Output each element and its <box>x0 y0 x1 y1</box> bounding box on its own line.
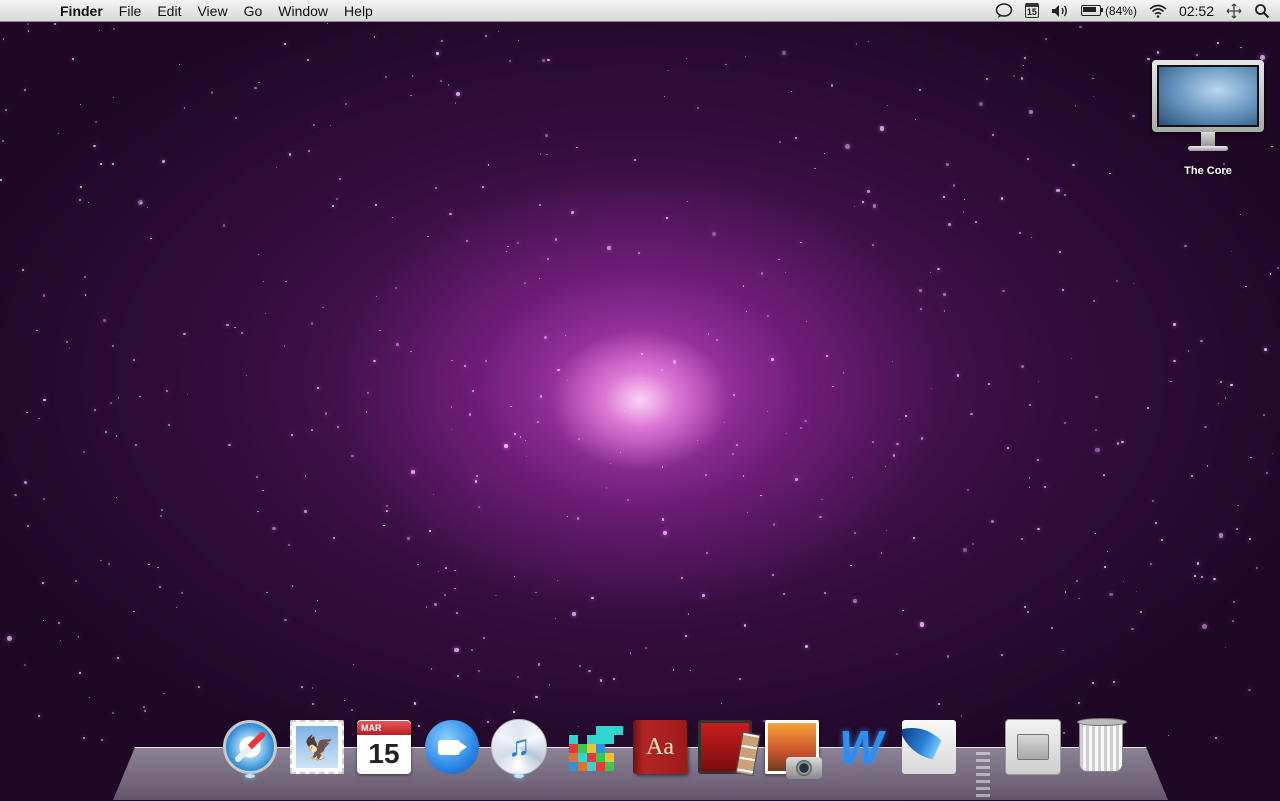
calendar-menu-icon[interactable]: 15 <box>1024 3 1039 18</box>
display-icon <box>1152 60 1264 132</box>
dock-item-trash[interactable] <box>1072 716 1130 778</box>
spotlight-search-icon[interactable] <box>1254 2 1270 20</box>
word-icon: W <box>839 721 883 773</box>
dock-item-word[interactable]: W <box>832 716 890 778</box>
dock-item-dictionary[interactable]: Aa <box>631 716 689 778</box>
dock-item-blocks[interactable] <box>567 716 625 778</box>
desktop-icon-the-core[interactable]: The Core <box>1148 60 1268 177</box>
desktop-icon-label: The Core <box>1184 165 1232 177</box>
safari-icon <box>223 720 277 774</box>
volume-icon[interactable] <box>1051 2 1069 20</box>
blocks-icon <box>569 720 623 774</box>
sync-arrows-icon[interactable] <box>1226 2 1242 20</box>
menu-clock[interactable]: 02:52 <box>1179 3 1214 19</box>
mail-stamp-icon <box>290 720 344 774</box>
app-menu-finder[interactable]: Finder <box>52 0 111 22</box>
battery-percent: (84%) <box>1104 3 1137 18</box>
dock-separator <box>976 752 990 798</box>
trash-icon <box>1074 718 1128 774</box>
running-indicator <box>245 774 255 778</box>
dock-item-iphoto[interactable] <box>763 716 822 779</box>
menu-edit[interactable]: Edit <box>149 0 189 22</box>
dock-item-photo-booth[interactable] <box>696 716 761 778</box>
dock-item-ichat[interactable] <box>423 716 481 778</box>
menu-window[interactable]: Window <box>270 0 336 22</box>
dock-item-mail[interactable] <box>288 716 346 778</box>
menu-go[interactable]: Go <box>236 0 271 22</box>
photoshop-feather-icon <box>902 720 956 774</box>
calendar-icon: MAR 15 <box>357 720 411 774</box>
dock-item-ical[interactable]: MAR 15 <box>355 716 413 778</box>
chat-bubble-icon[interactable] <box>995 2 1013 20</box>
battery-status[interactable]: (84%) <box>1080 2 1137 20</box>
menu-view[interactable]: View <box>189 0 235 22</box>
menu-file[interactable]: File <box>111 0 150 22</box>
itunes-icon <box>491 719 547 775</box>
documents-stack-icon <box>1005 719 1061 775</box>
ichat-icon <box>425 720 479 774</box>
photobooth-icon <box>698 720 761 777</box>
dock-item-itunes[interactable] <box>490 716 548 778</box>
iphoto-icon <box>765 720 822 779</box>
menu-help[interactable]: Help <box>336 0 381 22</box>
starfield-wallpaper <box>0 22 1280 800</box>
running-indicator <box>514 774 524 778</box>
menu-bar: Finder File Edit View Go Window Help 15 … <box>0 0 1280 22</box>
dock-item-safari[interactable] <box>221 716 279 778</box>
dictionary-icon: Aa <box>633 720 687 774</box>
battery-icon <box>1080 5 1103 16</box>
wifi-icon[interactable] <box>1149 2 1167 20</box>
dock-item-documents[interactable] <box>1004 716 1062 778</box>
dock-item-photoshop[interactable] <box>900 716 958 778</box>
